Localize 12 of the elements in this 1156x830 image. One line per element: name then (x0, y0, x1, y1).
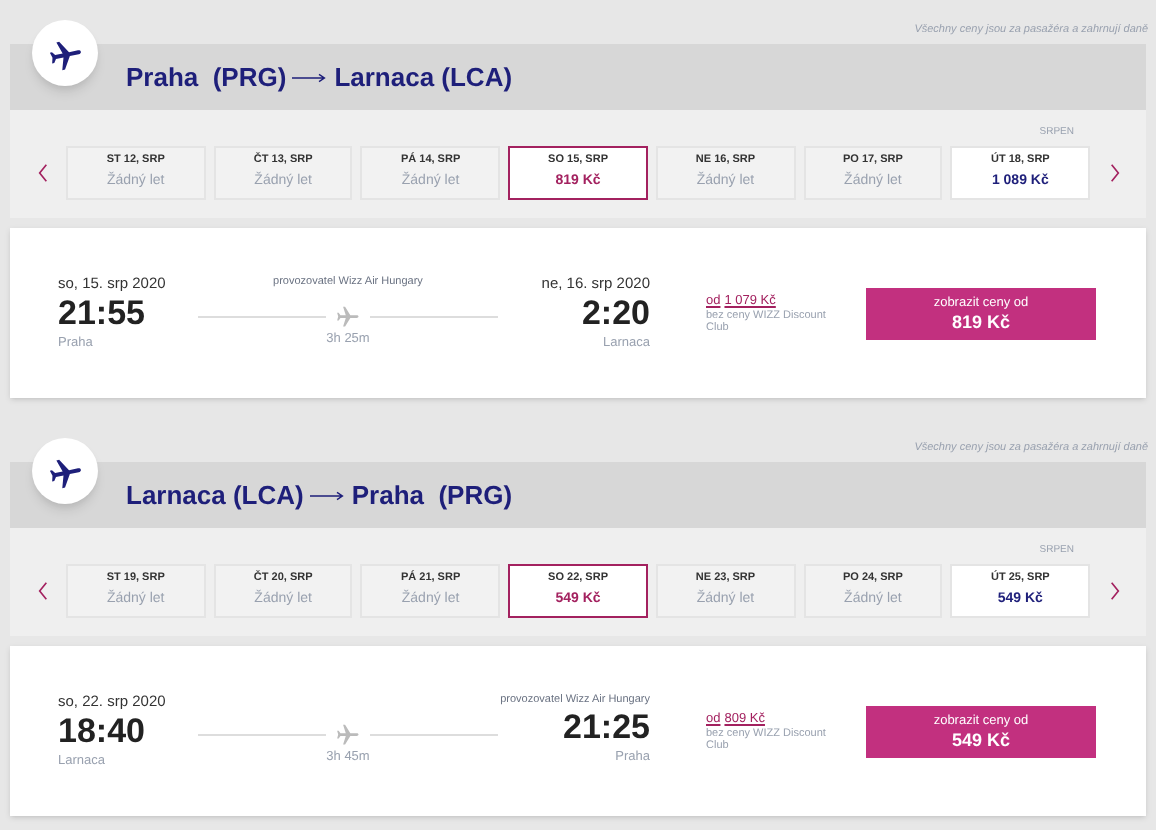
destination-text: Larnaca (LCA) (334, 59, 513, 96)
departure-time: 21:55 (58, 294, 147, 335)
arrival-time: 21:25 (563, 708, 650, 749)
arrow-icon (309, 489, 346, 501)
plane-icon (334, 720, 362, 749)
plane-icon (334, 302, 362, 331)
destination-text: Praha (PRG) (351, 477, 513, 514)
origin-text: Larnaca (LCA) (126, 477, 304, 514)
arrival-time: 2:20 (581, 294, 650, 335)
departure-time: 18:40 (58, 712, 147, 753)
origin-text: Praha (PRG) (126, 59, 287, 96)
arrow-icon (292, 71, 329, 83)
